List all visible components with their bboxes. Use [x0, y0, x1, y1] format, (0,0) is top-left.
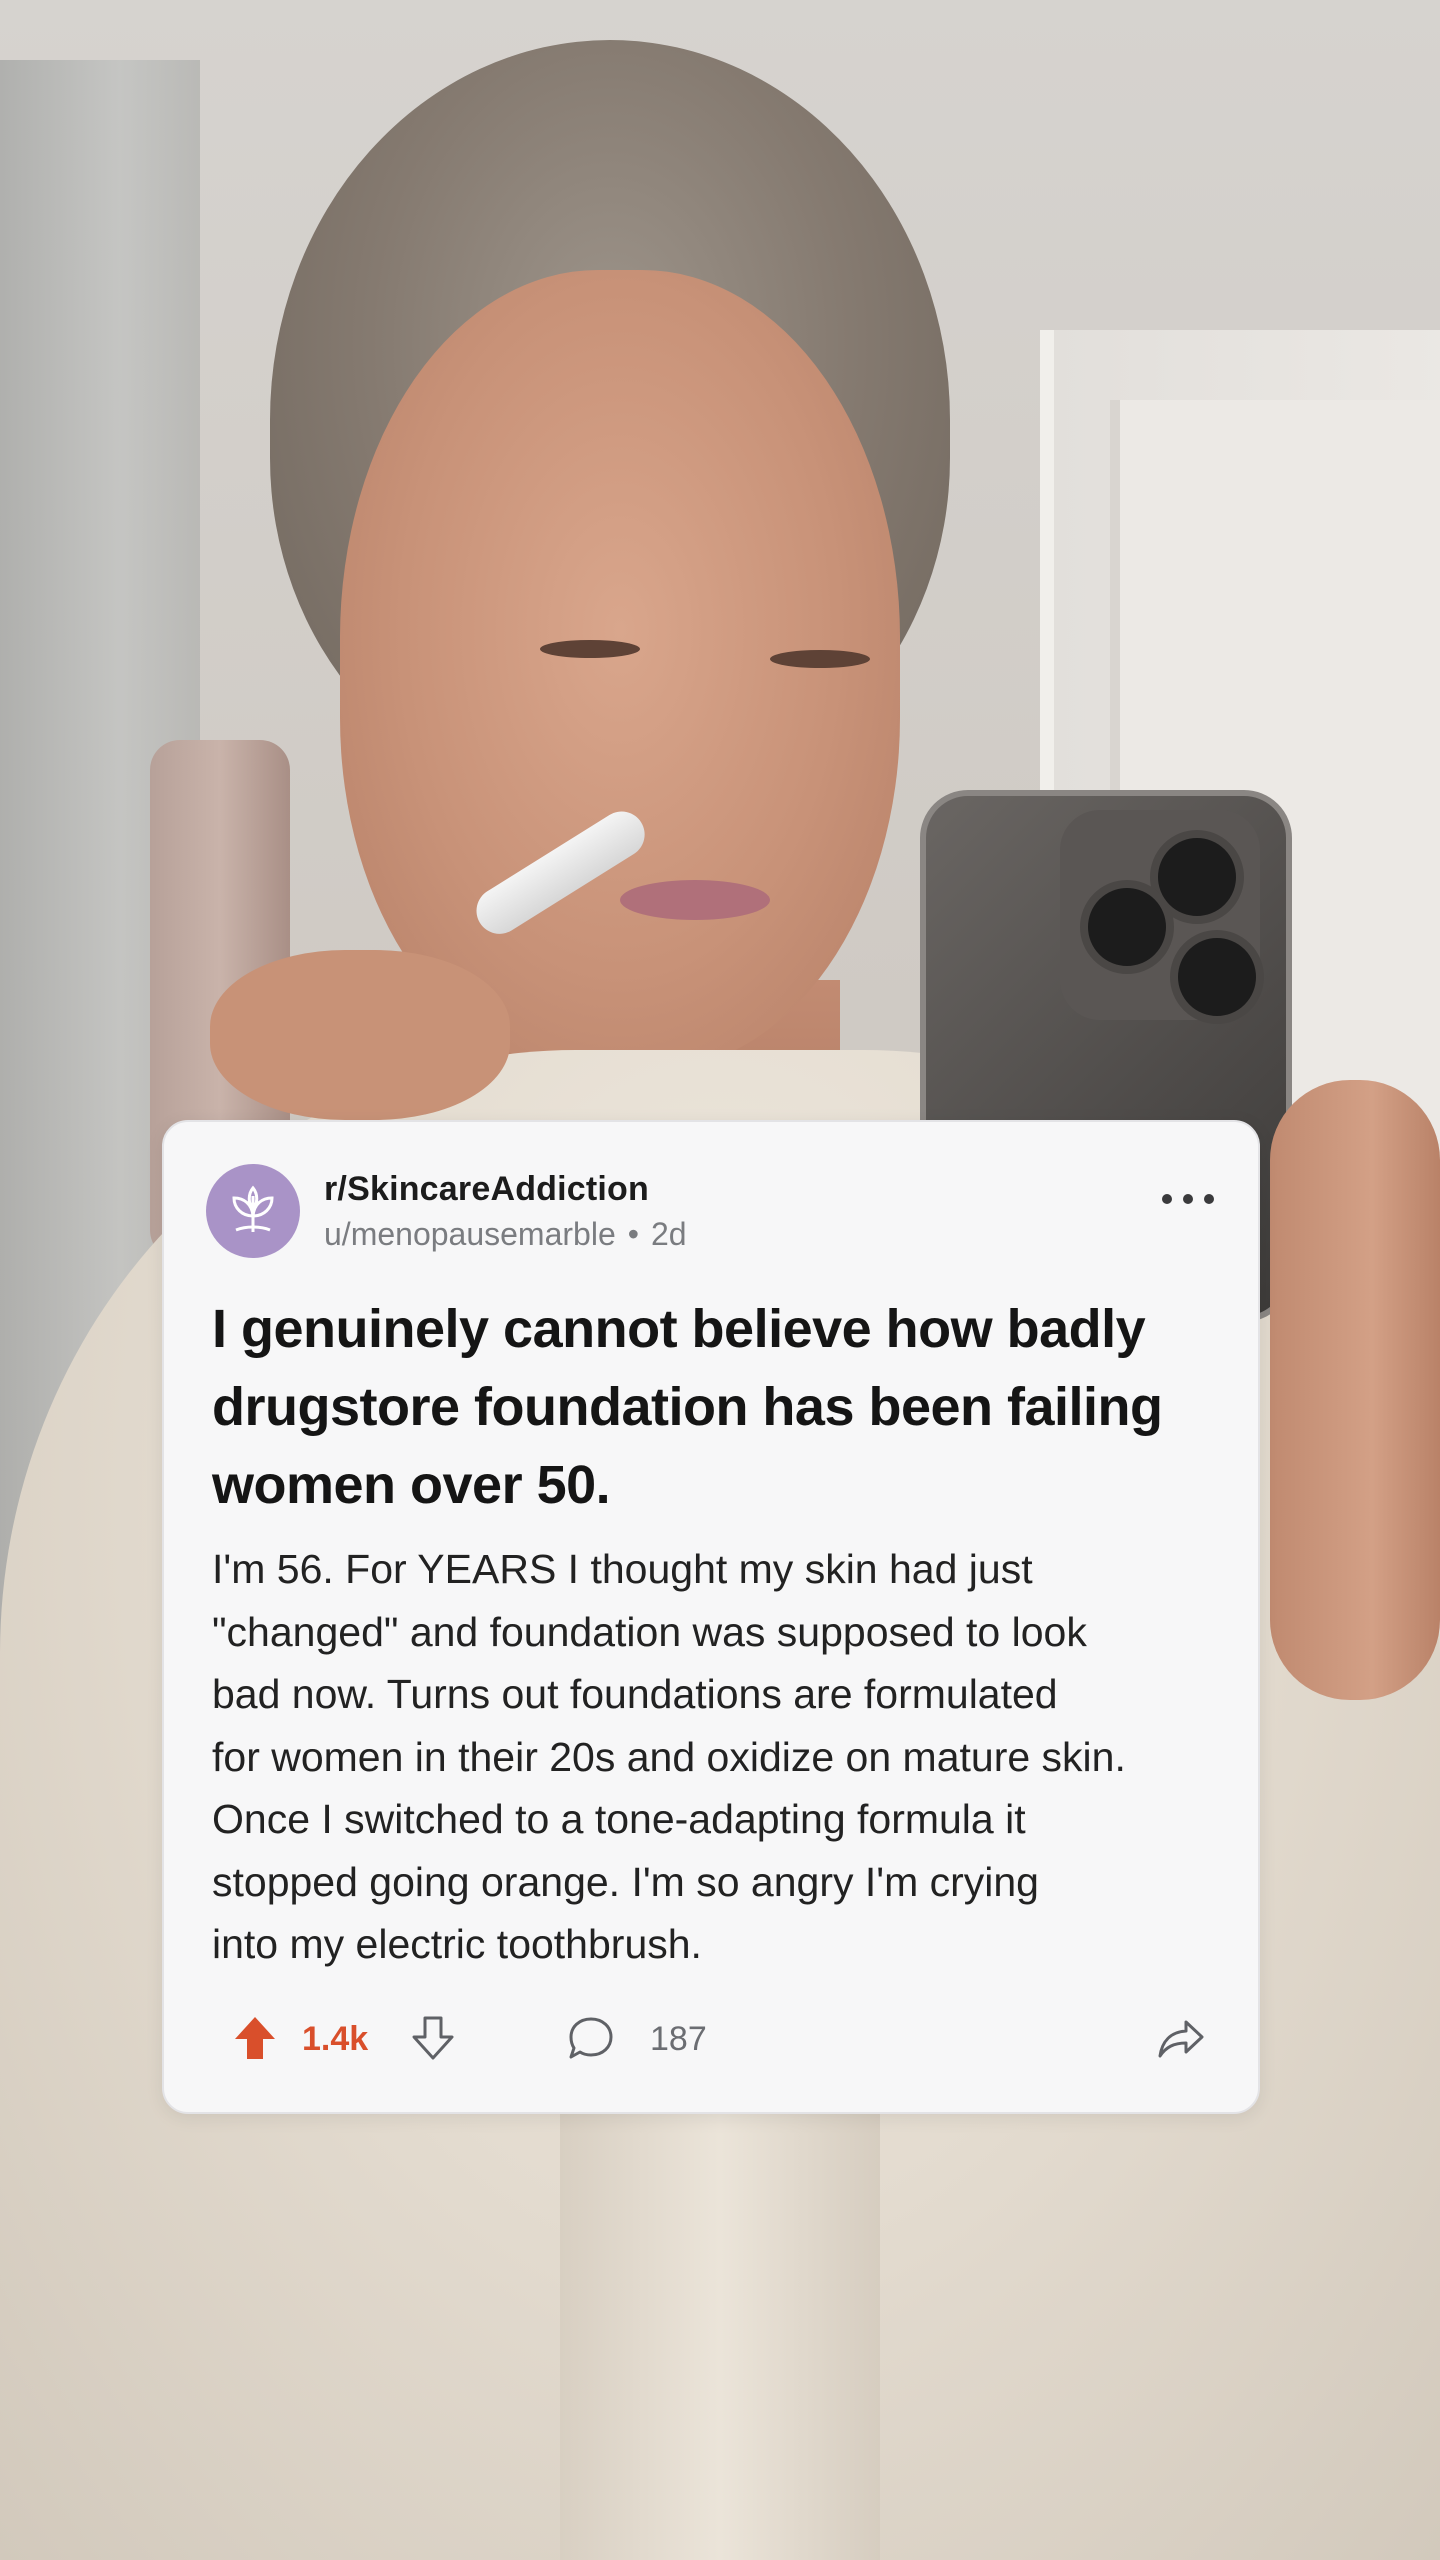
upvote-count: 1.4k	[302, 2020, 369, 2058]
subreddit-avatar[interactable]	[206, 1164, 300, 1258]
more-options-icon[interactable]	[1162, 1184, 1214, 1214]
camera-lens	[1170, 930, 1264, 1024]
upvote-arrow-icon[interactable]	[232, 2014, 278, 2062]
post-body: I'm 56. For YEARS I thought my skin had …	[212, 1546, 1126, 1967]
post-age: 2d	[650, 1216, 687, 1252]
right-hand	[1270, 1080, 1440, 1700]
left-hand	[210, 950, 510, 1120]
post-meta: u/menopausemarble • 2d	[324, 1216, 687, 1253]
left-eye	[540, 640, 640, 658]
meta-separator: •	[627, 1216, 639, 1252]
reddit-post-card[interactable]: r/SkincareAddiction u/menopausemarble • 2d…	[162, 1120, 1260, 2114]
post-action-bar: 1.4k 187	[212, 2002, 1222, 2072]
mouth	[620, 880, 770, 920]
post-title[interactable]: I genuinely cannot believe how badly dru…	[212, 1290, 1212, 1524]
author-name[interactable]: u/menopausemarble	[324, 1216, 616, 1252]
share-arrow-icon[interactable]	[1156, 2014, 1206, 2062]
camera-lens	[1080, 880, 1174, 974]
downvote-arrow-icon[interactable]	[410, 2014, 456, 2062]
subreddit-name[interactable]: r/SkincareAddiction	[324, 1170, 649, 1209]
comment-bubble-icon[interactable]	[566, 2014, 616, 2062]
comment-count[interactable]: 187	[650, 2020, 707, 2059]
right-eye	[770, 650, 870, 668]
face	[340, 270, 900, 1070]
leaf-icon	[232, 1185, 274, 1233]
